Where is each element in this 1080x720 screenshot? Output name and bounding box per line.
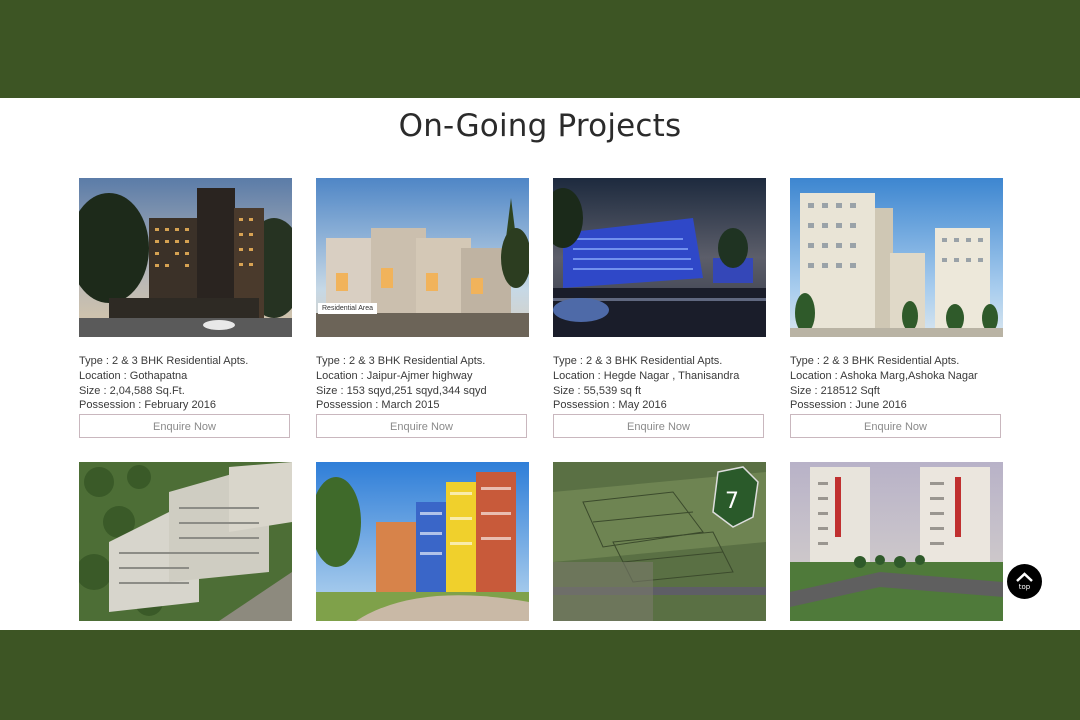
footer-band	[0, 630, 1080, 720]
project-size: Size : 55,539 sq ft	[553, 384, 642, 397]
project-image[interactable]	[79, 462, 292, 621]
project-type: Type : 2 & 3 BHK Residential Apts.	[79, 355, 249, 367]
project-size: Size : 218512 Sqft	[790, 384, 880, 397]
scroll-to-top-label: top	[1018, 583, 1031, 591]
project-details: Type : 2 & 3 BHK Residential Apts. Locat…	[790, 354, 1003, 413]
project-image[interactable]	[79, 178, 292, 337]
enquire-now-button[interactable]: Enquire Now	[316, 414, 527, 439]
project-details: Type : 2 & 3 BHK Residential Apts. Locat…	[553, 354, 766, 413]
project-card	[79, 462, 292, 621]
enquire-now-button[interactable]: Enquire Now	[79, 414, 290, 439]
project-location: Location : Jaipur-Ajmer highway	[316, 369, 473, 382]
project-location: Location : Ashoka Marg,Ashoka Nagar	[790, 369, 978, 382]
project-possession: Possession : February 2016	[79, 399, 216, 412]
project-card: 7	[553, 462, 766, 621]
project-image[interactable]	[316, 462, 529, 621]
project-size: Size : 153 sqyd,251 sqyd,344 sqyd	[316, 384, 487, 397]
project-card	[316, 462, 529, 621]
chevron-up-icon	[1016, 572, 1033, 582]
project-size: Size : 2,04,588 Sq.Ft.	[79, 384, 185, 397]
project-card: Type : 2 & 3 BHK Residential Apts. Locat…	[790, 178, 1003, 439]
project-possession: Possession : May 2016	[553, 399, 667, 412]
project-card: Type : 2 & 3 BHK Residential Apts. Locat…	[553, 178, 766, 439]
project-image[interactable]	[790, 178, 1003, 337]
project-details: Type : 2 & 3 BHK Residential Apts. Locat…	[316, 354, 529, 413]
svg-text:7: 7	[725, 489, 739, 514]
header-band	[0, 0, 1080, 98]
enquire-now-button[interactable]: Enquire Now	[790, 414, 1001, 439]
project-type: Type : 2 & 3 BHK Residential Apts.	[790, 355, 960, 367]
project-image[interactable]: 7	[553, 462, 766, 621]
section-title: On-Going Projects	[398, 108, 682, 144]
image-tag: Residential Area	[318, 303, 377, 314]
enquire-now-button[interactable]: Enquire Now	[553, 414, 764, 439]
project-details: Type : 2 & 3 BHK Residential Apts. Locat…	[79, 354, 292, 413]
project-possession: Possession : March 2015	[316, 399, 440, 412]
project-card	[790, 462, 1003, 621]
project-card: Type : 2 & 3 BHK Residential Apts. Locat…	[79, 178, 292, 439]
project-possession: Possession : June 2016	[790, 399, 907, 412]
project-image[interactable]	[790, 462, 1003, 621]
projects-section: On-Going Projects Type: 2 & 3 BHK Resid…	[0, 98, 1080, 630]
project-location: Location : Hegde Nagar , Thanisandra	[553, 369, 740, 382]
project-card: Residential Area Type : 2 & 3 BHK Reside…	[316, 178, 529, 439]
project-location: Location : Gothapatna	[79, 369, 188, 382]
scroll-to-top-button[interactable]: top	[1007, 564, 1042, 599]
project-type: Type : 2 & 3 BHK Residential Apts.	[553, 355, 723, 367]
project-image[interactable]: Residential Area	[316, 178, 529, 337]
project-type: Type : 2 & 3 BHK Residential Apts.	[316, 355, 486, 367]
project-image[interactable]	[553, 178, 766, 337]
